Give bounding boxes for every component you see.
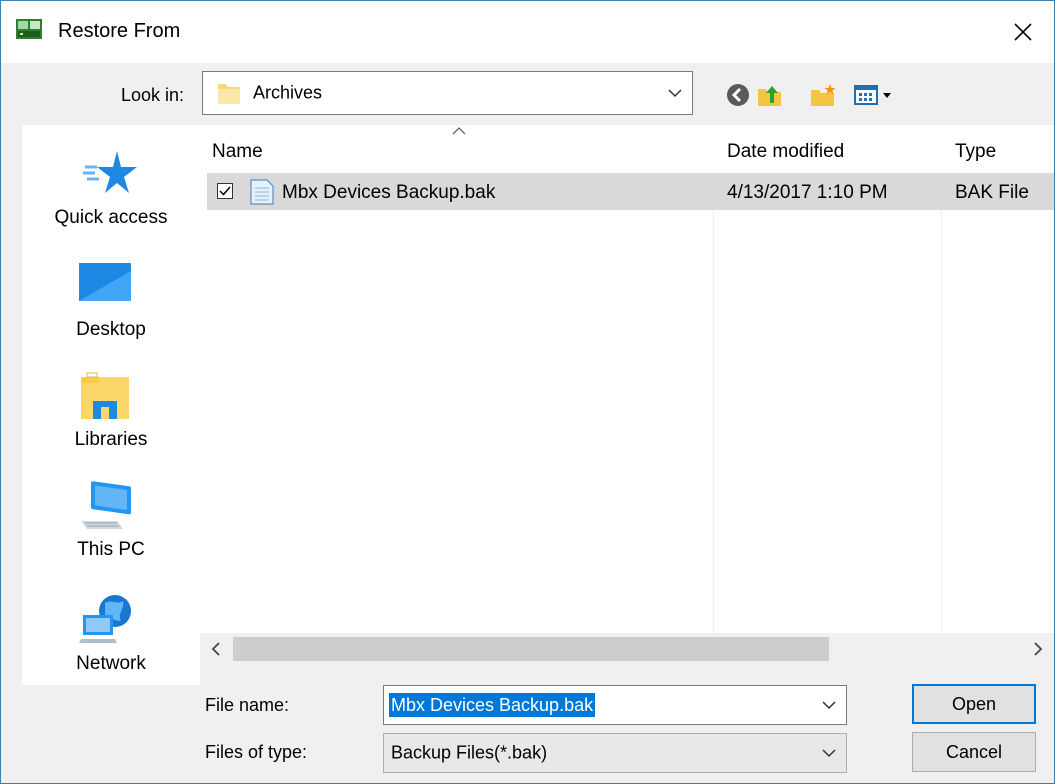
window-title: Restore From xyxy=(58,20,181,42)
column-divider xyxy=(941,209,942,633)
column-divider xyxy=(713,209,714,633)
place-libraries[interactable]: Libraries xyxy=(22,365,200,473)
chevron-down-icon[interactable] xyxy=(822,700,836,710)
file-name: Mbx Devices Backup.bak xyxy=(282,182,496,203)
row-checkbox[interactable] xyxy=(217,183,233,199)
lookin-value: Archives xyxy=(253,82,323,103)
lookin-dropdown[interactable]: Archives xyxy=(202,71,693,115)
place-label: Network xyxy=(76,653,146,674)
scroll-right-button[interactable] xyxy=(1022,633,1054,664)
column-header-name[interactable]: Name xyxy=(212,141,263,163)
column-header-date[interactable]: Date modified xyxy=(727,141,844,163)
place-this-pc[interactable]: This PC xyxy=(22,475,200,583)
filetype-dropdown[interactable]: Backup Files(*.bak) xyxy=(383,733,847,773)
filename-label: File name: xyxy=(205,695,290,715)
place-label: Desktop xyxy=(76,319,146,340)
file-date: 4/13/2017 1:10 PM xyxy=(727,182,888,203)
places-bar: Quick access Desktop Libraries This PC N… xyxy=(22,125,200,685)
chevron-right-icon xyxy=(1034,641,1043,656)
open-button[interactable]: Open xyxy=(912,684,1036,724)
scrollbar-thumb[interactable] xyxy=(233,637,829,661)
title-bar: Restore From xyxy=(1,1,1054,63)
place-label: Quick access xyxy=(54,207,168,228)
network-icon xyxy=(79,595,131,643)
new-folder-icon[interactable] xyxy=(809,81,837,109)
cancel-button[interactable]: Cancel xyxy=(912,732,1036,772)
chevron-down-icon xyxy=(822,749,836,758)
star-icon xyxy=(83,151,137,193)
place-quick-access[interactable]: Quick access xyxy=(22,145,200,253)
filename-value: Mbx Devices Backup.bak xyxy=(389,693,596,717)
file-type: BAK File xyxy=(955,182,1029,203)
close-button[interactable] xyxy=(992,1,1054,63)
horizontal-scrollbar[interactable] xyxy=(200,633,1054,664)
chevron-down-icon xyxy=(668,89,682,98)
place-network[interactable]: Network xyxy=(22,585,200,693)
place-label: This PC xyxy=(77,539,145,560)
filetype-label: Files of type: xyxy=(205,742,308,762)
computer-icon xyxy=(81,481,131,529)
place-label: Libraries xyxy=(74,429,148,450)
back-icon[interactable] xyxy=(724,81,752,109)
scroll-left-button[interactable] xyxy=(200,633,232,664)
app-icon xyxy=(16,19,42,39)
filetype-value: Backup Files(*.bak) xyxy=(391,742,548,763)
chevron-left-icon xyxy=(211,641,220,656)
desktop-icon xyxy=(79,263,131,301)
column-header-type[interactable]: Type xyxy=(955,141,996,163)
table-row[interactable]: Mbx Devices Backup.bak 4/13/2017 1:10 PM… xyxy=(207,173,1054,210)
filename-input[interactable]: Mbx Devices Backup.bak xyxy=(383,685,847,725)
checkmark-icon xyxy=(219,186,231,196)
bak-file-icon xyxy=(250,179,274,205)
libraries-icon xyxy=(81,372,129,419)
place-desktop[interactable]: Desktop xyxy=(22,255,200,363)
view-menu-icon[interactable] xyxy=(853,81,901,109)
lookin-label: Look in: xyxy=(121,85,185,105)
up-folder-icon[interactable] xyxy=(756,81,784,109)
folder-icon xyxy=(218,84,240,104)
restore-dialog: Restore From Look in: Archives Quick acc… xyxy=(0,0,1055,784)
close-icon xyxy=(1014,23,1032,41)
sort-ascending-icon xyxy=(452,127,466,135)
